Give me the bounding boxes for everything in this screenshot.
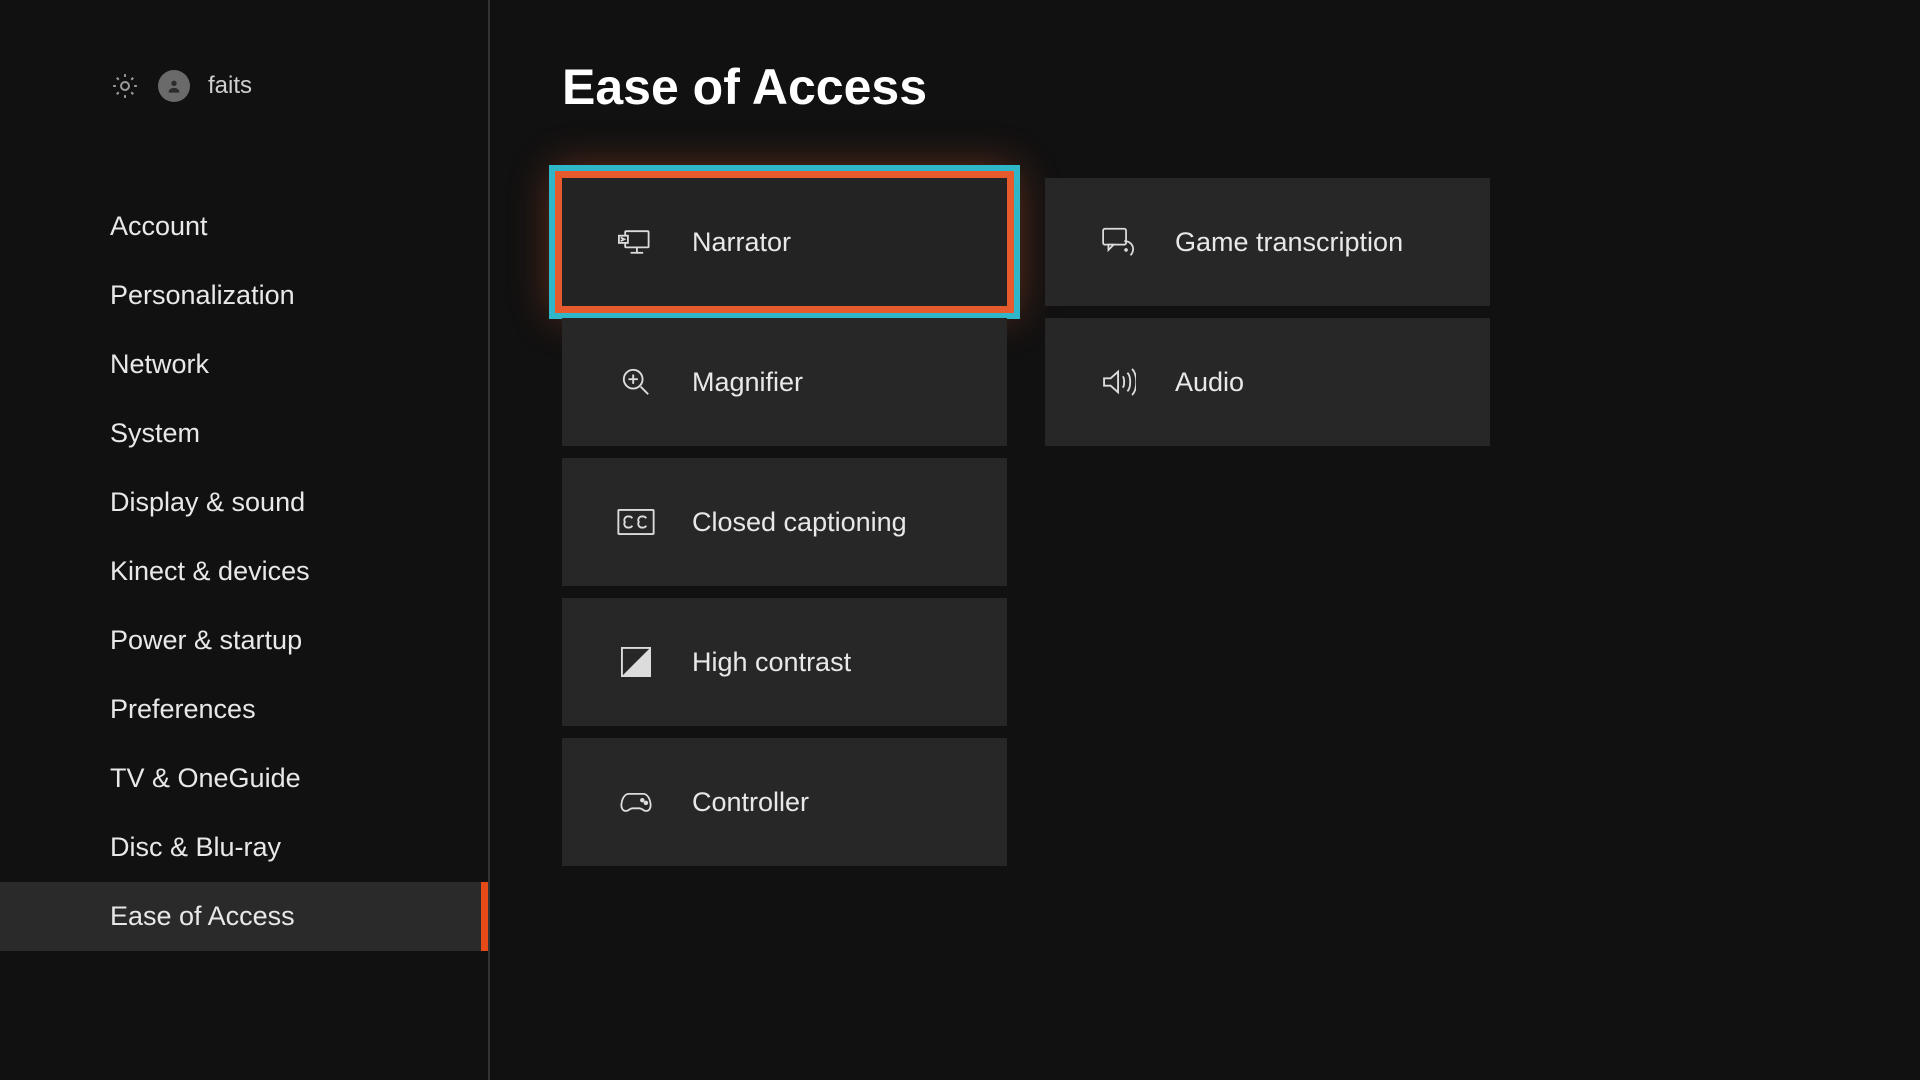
tile-high-contrast[interactable]: High contrast	[562, 598, 1007, 726]
tile-game-transcription[interactable]: Game transcription	[1045, 178, 1490, 306]
sidebar-item-personalization[interactable]: Personalization	[0, 261, 488, 330]
sidebar-item-account[interactable]: Account	[0, 192, 488, 261]
tile-label: Magnifier	[692, 367, 803, 398]
sidebar-item-label: Power & startup	[110, 625, 302, 656]
tile-controller[interactable]: Controller	[562, 738, 1007, 866]
controller-icon	[616, 784, 656, 820]
sidebar-item-kinect-devices[interactable]: Kinect & devices	[0, 537, 488, 606]
sidebar-item-label: Preferences	[110, 694, 256, 725]
sidebar-item-ease-of-access[interactable]: Ease of Access	[0, 882, 488, 951]
sidebar-item-label: Account	[110, 211, 208, 242]
narrator-icon	[616, 224, 656, 260]
sidebar-nav-list: Account Personalization Network System D…	[0, 192, 488, 951]
sidebar-item-label: Disc & Blu-ray	[110, 832, 281, 863]
audio-icon	[1099, 364, 1139, 400]
sidebar-item-display-sound[interactable]: Display & sound	[0, 468, 488, 537]
sidebar-item-system[interactable]: System	[0, 399, 488, 468]
user-avatar[interactable]	[158, 70, 190, 102]
username-label: faits	[208, 72, 252, 100]
page-title: Ease of Access	[562, 58, 1920, 116]
sidebar-item-network[interactable]: Network	[0, 330, 488, 399]
sidebar-header: faits	[0, 70, 488, 102]
tile-column-2: Game transcription Audio	[1045, 178, 1490, 866]
tile-narrator[interactable]: Narrator	[562, 178, 1007, 306]
sidebar-item-tv-oneguide[interactable]: TV & OneGuide	[0, 744, 488, 813]
sidebar-item-label: Ease of Access	[110, 901, 295, 932]
sidebar-item-label: Display & sound	[110, 487, 305, 518]
sidebar-item-disc-bluray[interactable]: Disc & Blu-ray	[0, 813, 488, 882]
tile-label: Game transcription	[1175, 227, 1403, 258]
sidebar-item-label: Network	[110, 349, 209, 380]
tile-column-1: Narrator Magnifier	[562, 178, 1007, 866]
tile-label: Audio	[1175, 367, 1244, 398]
sidebar-item-preferences[interactable]: Preferences	[0, 675, 488, 744]
tile-closed-captioning[interactable]: Closed captioning	[562, 458, 1007, 586]
tile-magnifier[interactable]: Magnifier	[562, 318, 1007, 446]
high-contrast-icon	[616, 644, 656, 680]
sidebar-item-label: TV & OneGuide	[110, 763, 301, 794]
sidebar-item-label: Kinect & devices	[110, 556, 310, 587]
tile-label: Narrator	[692, 227, 791, 258]
main-panel: Ease of Access Narrator	[490, 0, 1920, 1080]
settings-sidebar: faits Account Personalization Network Sy…	[0, 0, 490, 1080]
transcription-icon	[1099, 224, 1139, 260]
tile-grid: Narrator Magnifier	[562, 178, 1920, 866]
tile-label: Controller	[692, 787, 809, 818]
tile-label: Closed captioning	[692, 507, 907, 538]
settings-gear-icon	[110, 71, 140, 101]
magnifier-icon	[616, 364, 656, 400]
sidebar-item-power-startup[interactable]: Power & startup	[0, 606, 488, 675]
sidebar-item-label: Personalization	[110, 280, 295, 311]
sidebar-item-label: System	[110, 418, 200, 449]
tile-audio[interactable]: Audio	[1045, 318, 1490, 446]
tile-label: High contrast	[692, 647, 851, 678]
closed-caption-icon	[616, 504, 656, 540]
